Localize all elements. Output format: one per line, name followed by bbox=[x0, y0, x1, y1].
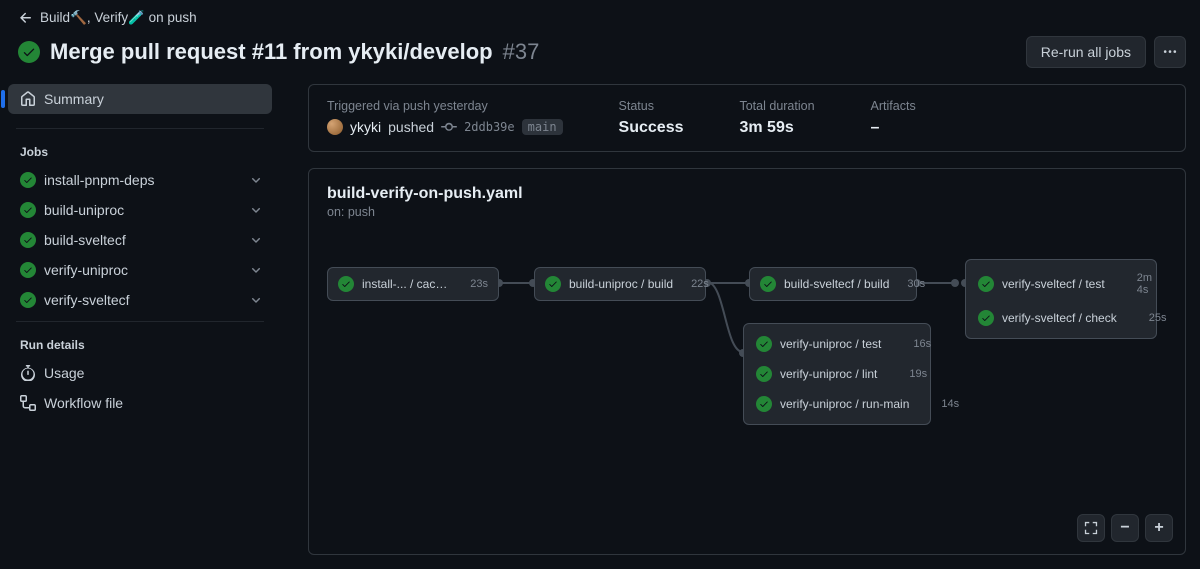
sidebar-job-build-sveltecf[interactable]: build-sveltecf bbox=[8, 225, 272, 255]
chevron-down-icon bbox=[248, 202, 264, 218]
success-icon bbox=[20, 172, 36, 188]
graph-node-build-uniproc[interactable]: build-uniproc / build 22s bbox=[534, 267, 706, 301]
job-label: build-sveltecf bbox=[44, 232, 240, 248]
avatar[interactable] bbox=[327, 119, 343, 135]
chevron-down-icon bbox=[248, 262, 264, 278]
node-time: 22s bbox=[681, 278, 709, 290]
success-icon bbox=[756, 336, 772, 352]
success-icon bbox=[756, 396, 772, 412]
job-label: install-pnpm-deps bbox=[44, 172, 240, 188]
artifacts-label: Artifacts bbox=[871, 99, 916, 113]
success-icon bbox=[20, 292, 36, 308]
success-icon bbox=[756, 366, 772, 382]
node-time: 30s bbox=[897, 278, 925, 290]
branch-tag[interactable]: main bbox=[522, 119, 563, 135]
chevron-down-icon bbox=[248, 232, 264, 248]
status-check-icon bbox=[18, 41, 40, 63]
success-icon bbox=[760, 276, 776, 292]
graph-node-verify-sveltecf[interactable]: verify-sveltecf / test 2m 4s verify-svel… bbox=[965, 259, 1157, 339]
commit-icon bbox=[441, 119, 457, 135]
zoom-out-button[interactable]: − bbox=[1111, 514, 1139, 542]
job-label: build-uniproc bbox=[44, 202, 240, 218]
run-number: #37 bbox=[503, 39, 540, 65]
node-label: verify-uniproc / lint bbox=[780, 367, 877, 381]
node-label: build-uniproc / build bbox=[569, 277, 673, 291]
node-label: build-sveltecf / build bbox=[784, 277, 889, 291]
sidebar-job-verify-sveltecf[interactable]: verify-sveltecf bbox=[8, 285, 272, 315]
workflow-file-label: Workflow file bbox=[44, 395, 123, 411]
breadcrumb[interactable]: Build🔨, Verify🧪 on push bbox=[18, 10, 1182, 26]
jobs-header: Jobs bbox=[8, 135, 272, 165]
sidebar-job-verify-uniproc[interactable]: verify-uniproc bbox=[8, 255, 272, 285]
status-value: Success bbox=[619, 119, 684, 137]
node-label: install-... / cache-and-install bbox=[362, 277, 452, 291]
graph-node-verify-uniproc[interactable]: verify-uniproc / test 16s verify-uniproc… bbox=[743, 323, 931, 425]
divider bbox=[16, 128, 264, 129]
node-time: 14s bbox=[917, 398, 959, 410]
page-title: Merge pull request #11 from ykyki/develo… bbox=[50, 39, 493, 65]
sidebar-job-install-pnpm-deps[interactable]: install-pnpm-deps bbox=[8, 165, 272, 195]
actor-name[interactable]: ykyki bbox=[350, 119, 381, 135]
success-icon bbox=[545, 276, 561, 292]
sidebar-workflow-file[interactable]: Workflow file bbox=[8, 388, 272, 418]
node-label: verify-uniproc / test bbox=[780, 337, 881, 351]
status-label: Status bbox=[619, 99, 684, 113]
breadcrumb-label: Build🔨, Verify🧪 on push bbox=[40, 10, 197, 26]
rerun-all-button[interactable]: Re-run all jobs bbox=[1026, 36, 1146, 68]
pushed-text: pushed bbox=[388, 119, 434, 135]
back-arrow-icon bbox=[18, 10, 34, 26]
sidebar-usage[interactable]: Usage bbox=[8, 358, 272, 388]
graph-node-build-sveltecf[interactable]: build-sveltecf / build 30s bbox=[749, 267, 917, 301]
success-icon bbox=[338, 276, 354, 292]
divider bbox=[16, 321, 264, 322]
node-time: 23s bbox=[460, 278, 488, 290]
success-icon bbox=[20, 262, 36, 278]
stopwatch-icon bbox=[20, 365, 36, 381]
graph-edge bbox=[499, 282, 531, 284]
sidebar-summary[interactable]: Summary bbox=[8, 84, 272, 114]
job-label: verify-sveltecf bbox=[44, 292, 240, 308]
fullscreen-icon bbox=[1084, 521, 1098, 535]
success-icon bbox=[978, 310, 994, 326]
home-icon bbox=[20, 91, 36, 107]
run-details-header: Run details bbox=[8, 328, 272, 358]
duration-value: 3m 59s bbox=[739, 119, 814, 137]
node-time: 25s bbox=[1125, 312, 1167, 324]
node-time: 19s bbox=[885, 368, 927, 380]
success-icon bbox=[20, 202, 36, 218]
kebab-icon bbox=[1163, 44, 1177, 60]
chevron-down-icon bbox=[248, 292, 264, 308]
zoom-in-button[interactable]: + bbox=[1145, 514, 1173, 542]
node-label: verify-sveltecf / check bbox=[1002, 311, 1117, 325]
more-actions-button[interactable] bbox=[1154, 36, 1186, 68]
success-icon bbox=[20, 232, 36, 248]
node-label: verify-sveltecf / test bbox=[1002, 277, 1105, 291]
commit-hash[interactable]: 2ddb39e bbox=[464, 120, 515, 134]
artifacts-value: – bbox=[871, 119, 916, 137]
duration-label: Total duration bbox=[739, 99, 814, 113]
sidebar-job-build-uniproc[interactable]: build-uniproc bbox=[8, 195, 272, 225]
job-label: verify-uniproc bbox=[44, 262, 240, 278]
fullscreen-button[interactable] bbox=[1077, 514, 1105, 542]
node-label: verify-uniproc / run-main bbox=[780, 397, 909, 411]
workflow-graph[interactable]: build-verify-on-push.yaml on: push bbox=[308, 168, 1186, 555]
chevron-down-icon bbox=[248, 172, 264, 188]
workflow-icon bbox=[20, 395, 36, 411]
node-time: 16s bbox=[889, 338, 931, 350]
success-icon bbox=[978, 276, 994, 292]
usage-label: Usage bbox=[44, 365, 84, 381]
graph-edge-curve bbox=[705, 282, 745, 352]
triggered-label: Triggered via push yesterday bbox=[327, 99, 563, 113]
graph-node-install[interactable]: install-... / cache-and-install 23s bbox=[327, 267, 499, 301]
node-time: 2m 4s bbox=[1113, 272, 1152, 296]
graph-port bbox=[951, 279, 959, 287]
sidebar-summary-label: Summary bbox=[44, 91, 104, 107]
run-meta-panel: Triggered via push yesterday ykyki pushe… bbox=[308, 84, 1186, 152]
